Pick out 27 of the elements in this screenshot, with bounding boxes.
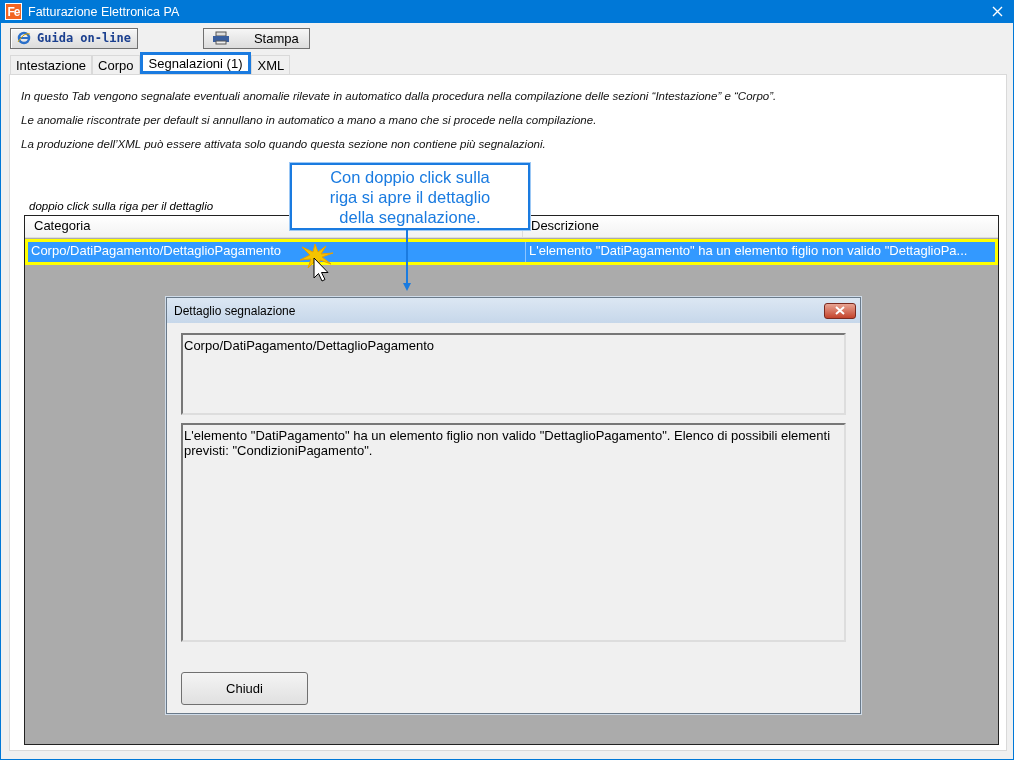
starburst-icon	[299, 244, 334, 271]
table-cell-text: Corpo/DatiPagamento/DettaglioPagamento	[30, 242, 283, 260]
printer-icon	[211, 31, 230, 45]
info-text: Le anomalie riscontrate per default si annullano in automatico a mano a mano che si procede nella compilazione.	[21, 114, 598, 126]
column-header[interactable]: Categoria	[25, 216, 100, 237]
info-text: La produzione dell’XML può essere attivata solo quando questa sezione non contiene più segnalazioni.	[21, 138, 547, 150]
print-button[interactable]: Stampa	[202, 27, 310, 49]
tab[interactable]: Intestazione	[10, 55, 93, 74]
help-button[interactable]: Guida on-line	[10, 27, 138, 49]
info-text: In questo Tab vengono segnalate eventuali anomalie rilevate in automatico dalla procedura nella compilazione delle sezioni “Intestazione” e “Corpo”.	[21, 90, 778, 102]
close-dialog-button[interactable]: Chiudi	[181, 672, 308, 705]
callout-tooltip: Con doppio click sulla riga si apre il dettaglio della segnalazione.	[290, 163, 530, 230]
tab[interactable]: Segnalazioni (1)	[139, 52, 252, 74]
dialog-title: Dettaglio segnalazione	[174, 303, 296, 318]
close-icon[interactable]	[992, 6, 1003, 17]
app-logo: Fe	[5, 3, 22, 20]
tab[interactable]: XML	[251, 55, 291, 74]
category-field[interactable]: Corpo/DatiPagamento/DettaglioPagamento	[181, 333, 846, 415]
connector-arrow	[403, 230, 411, 291]
close-button[interactable]	[824, 302, 856, 319]
window-title: Fatturazione Elettronica PA	[28, 4, 181, 19]
description-field[interactable]: L'elemento "DatiPagamento" ha un elemento figlio non valido "DettaglioPagamento". Elenco di possibili elementi previsti: "CondizioniPagamento".	[181, 423, 846, 642]
browser-icon	[17, 31, 31, 45]
close-icon	[835, 306, 845, 315]
tab[interactable]: Corpo	[92, 55, 140, 74]
pointer-icon	[313, 257, 329, 282]
table-cell-text: L'elemento "DatiPagamento" ha un elemento figlio non valido "DettaglioPa...	[528, 242, 969, 260]
